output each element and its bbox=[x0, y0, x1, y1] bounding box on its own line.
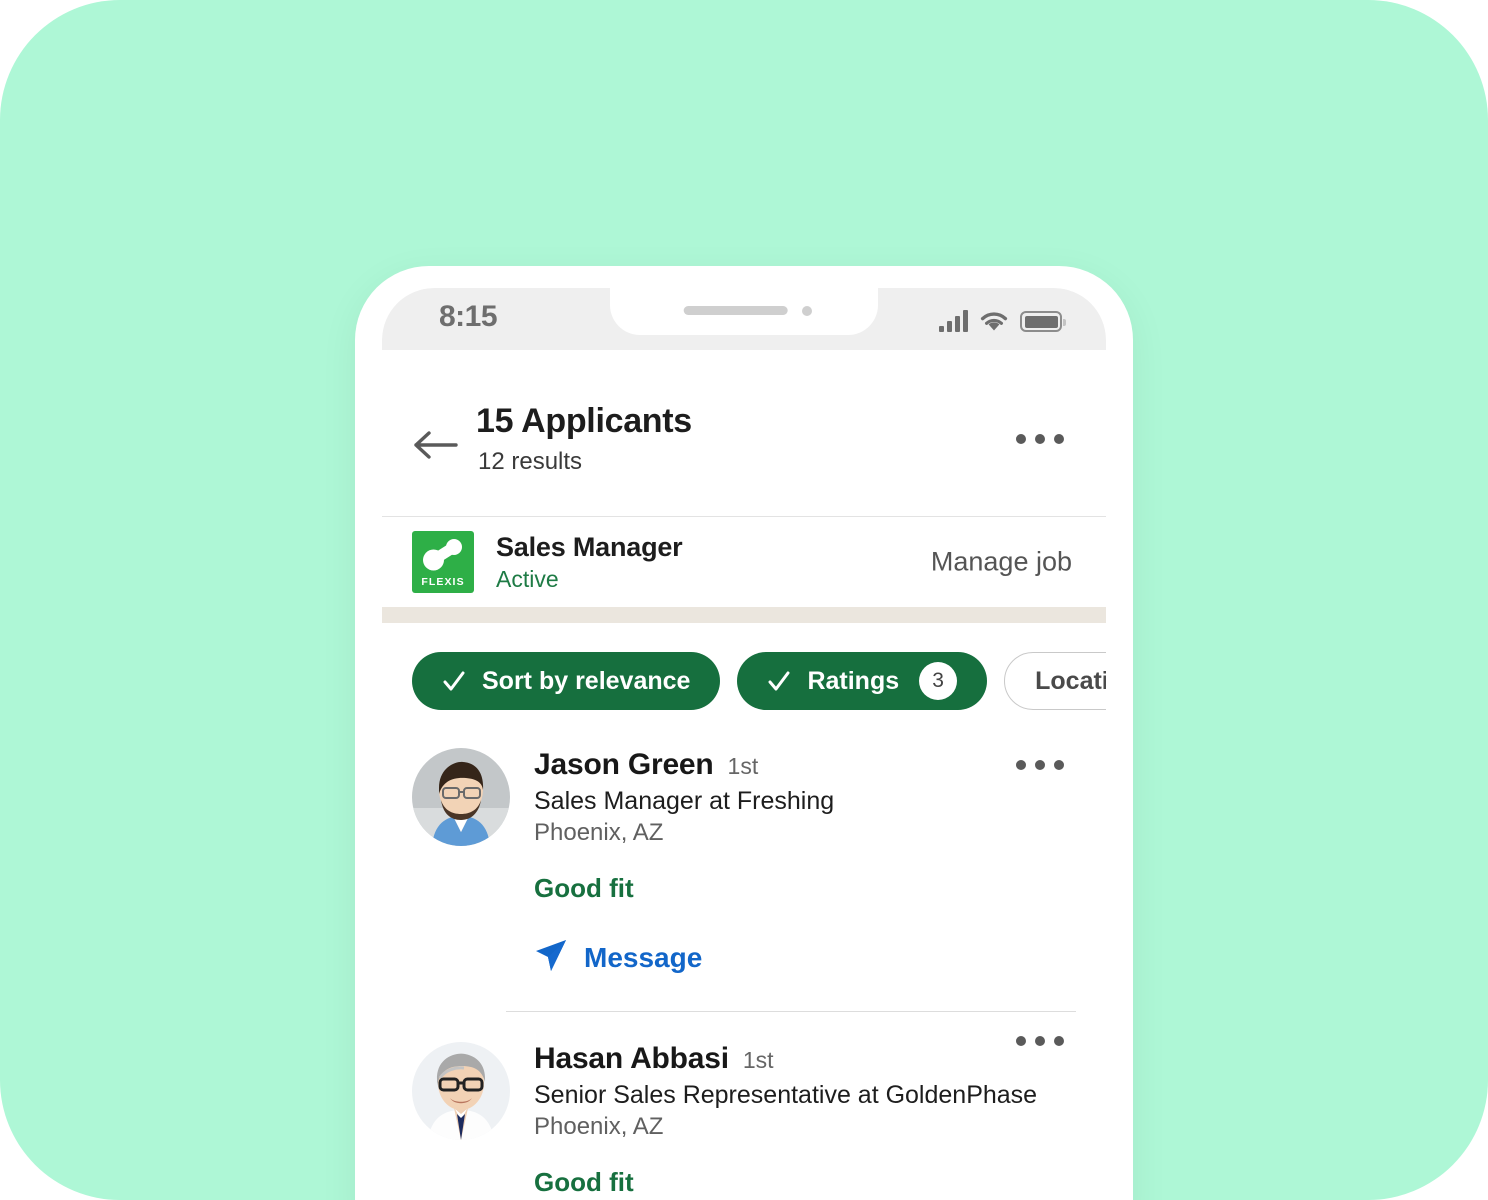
filter-bar: Sort by relevance Ratings 3 Location bbox=[382, 623, 1106, 736]
status-bar: 8:15 bbox=[382, 288, 1106, 350]
avatar bbox=[412, 748, 510, 846]
send-icon bbox=[534, 938, 568, 977]
applicant-location: Phoenix, AZ bbox=[534, 1113, 664, 1140]
results-count: 12 results bbox=[478, 448, 583, 475]
applicant-list: Jason Green 1st Sales Manager at Freshin… bbox=[382, 736, 1106, 1198]
filter-pill-label: Location bbox=[1035, 666, 1106, 695]
applicant-info: Jason Green 1st Sales Manager at Freshin… bbox=[534, 744, 1076, 977]
job-status-badge: Active bbox=[496, 565, 559, 592]
filter-pill-ratings[interactable]: Ratings 3 bbox=[737, 652, 988, 710]
wifi-icon bbox=[979, 310, 1009, 332]
signal-icon bbox=[939, 310, 968, 332]
list-item[interactable]: Hasan Abbasi 1st Senior Sales Representa… bbox=[382, 1012, 1106, 1198]
applicant-headline: Sales Manager at Freshing bbox=[534, 787, 835, 815]
applicant-name: Jason Green bbox=[534, 748, 714, 781]
applicant-headline: Senior Sales Representative at GoldenPha… bbox=[534, 1081, 1038, 1109]
status-bar-clock: 8:15 bbox=[439, 300, 498, 333]
manage-job-button[interactable]: Manage job bbox=[931, 547, 1072, 578]
filter-pill-label: Sort by relevance bbox=[482, 666, 691, 695]
filter-pill-count-badge: 3 bbox=[919, 662, 958, 700]
connection-degree: 1st bbox=[742, 1047, 774, 1073]
job-title: Sales Manager bbox=[496, 531, 683, 562]
front-camera-dot bbox=[802, 306, 812, 316]
section-divider-strip bbox=[382, 607, 1106, 623]
avatar bbox=[412, 1042, 510, 1140]
phone-device-frame: 8:15 15 Applicants 12 results FLEXIS Sal… bbox=[355, 266, 1133, 1200]
filter-pill-location[interactable]: Location bbox=[1004, 652, 1106, 710]
check-icon bbox=[442, 669, 466, 693]
more-options-icon[interactable] bbox=[1016, 1036, 1064, 1046]
company-logo: FLEXIS bbox=[412, 531, 474, 593]
job-summary-row[interactable]: FLEXIS Sales Manager Active Manage job bbox=[382, 517, 1106, 607]
more-options-icon[interactable] bbox=[1016, 434, 1064, 444]
page-header: 15 Applicants 12 results bbox=[382, 350, 1106, 516]
filter-pill-sort-by-relevance[interactable]: Sort by relevance bbox=[412, 652, 721, 710]
applicant-name-row: Jason Green 1st bbox=[534, 748, 1076, 782]
filter-pill-label: Ratings bbox=[807, 666, 900, 695]
applicant-name: Hasan Abbasi bbox=[534, 1042, 729, 1075]
message-label: Message bbox=[584, 941, 703, 973]
applicant-info: Hasan Abbasi 1st Senior Sales Representa… bbox=[534, 1038, 1076, 1198]
job-meta: Sales Manager Active bbox=[496, 532, 683, 593]
applicant-fit-badge: Good fit bbox=[534, 1167, 634, 1197]
applicant-fit-badge: Good fit bbox=[534, 873, 634, 903]
status-bar-icons bbox=[939, 304, 1066, 332]
more-options-icon[interactable] bbox=[1016, 760, 1064, 770]
battery-icon bbox=[1020, 311, 1066, 332]
phone-notch bbox=[610, 288, 878, 335]
earpiece-speaker bbox=[683, 306, 788, 315]
page-title: 15 Applicants bbox=[476, 402, 692, 440]
applicant-name-row: Hasan Abbasi 1st bbox=[534, 1042, 1076, 1076]
screenshot-canvas: 8:15 15 Applicants 12 results FLEXIS Sal… bbox=[0, 0, 1488, 1200]
phone-screen: 8:15 15 Applicants 12 results FLEXIS Sal… bbox=[382, 288, 1106, 1200]
check-icon bbox=[767, 669, 791, 693]
connection-degree: 1st bbox=[727, 753, 759, 779]
applicant-location: Phoenix, AZ bbox=[534, 819, 664, 846]
message-button[interactable]: Message bbox=[534, 938, 1076, 977]
company-logo-text: FLEXIS bbox=[421, 576, 465, 588]
back-arrow-icon[interactable] bbox=[412, 430, 458, 460]
list-item[interactable]: Jason Green 1st Sales Manager at Freshin… bbox=[382, 736, 1106, 977]
